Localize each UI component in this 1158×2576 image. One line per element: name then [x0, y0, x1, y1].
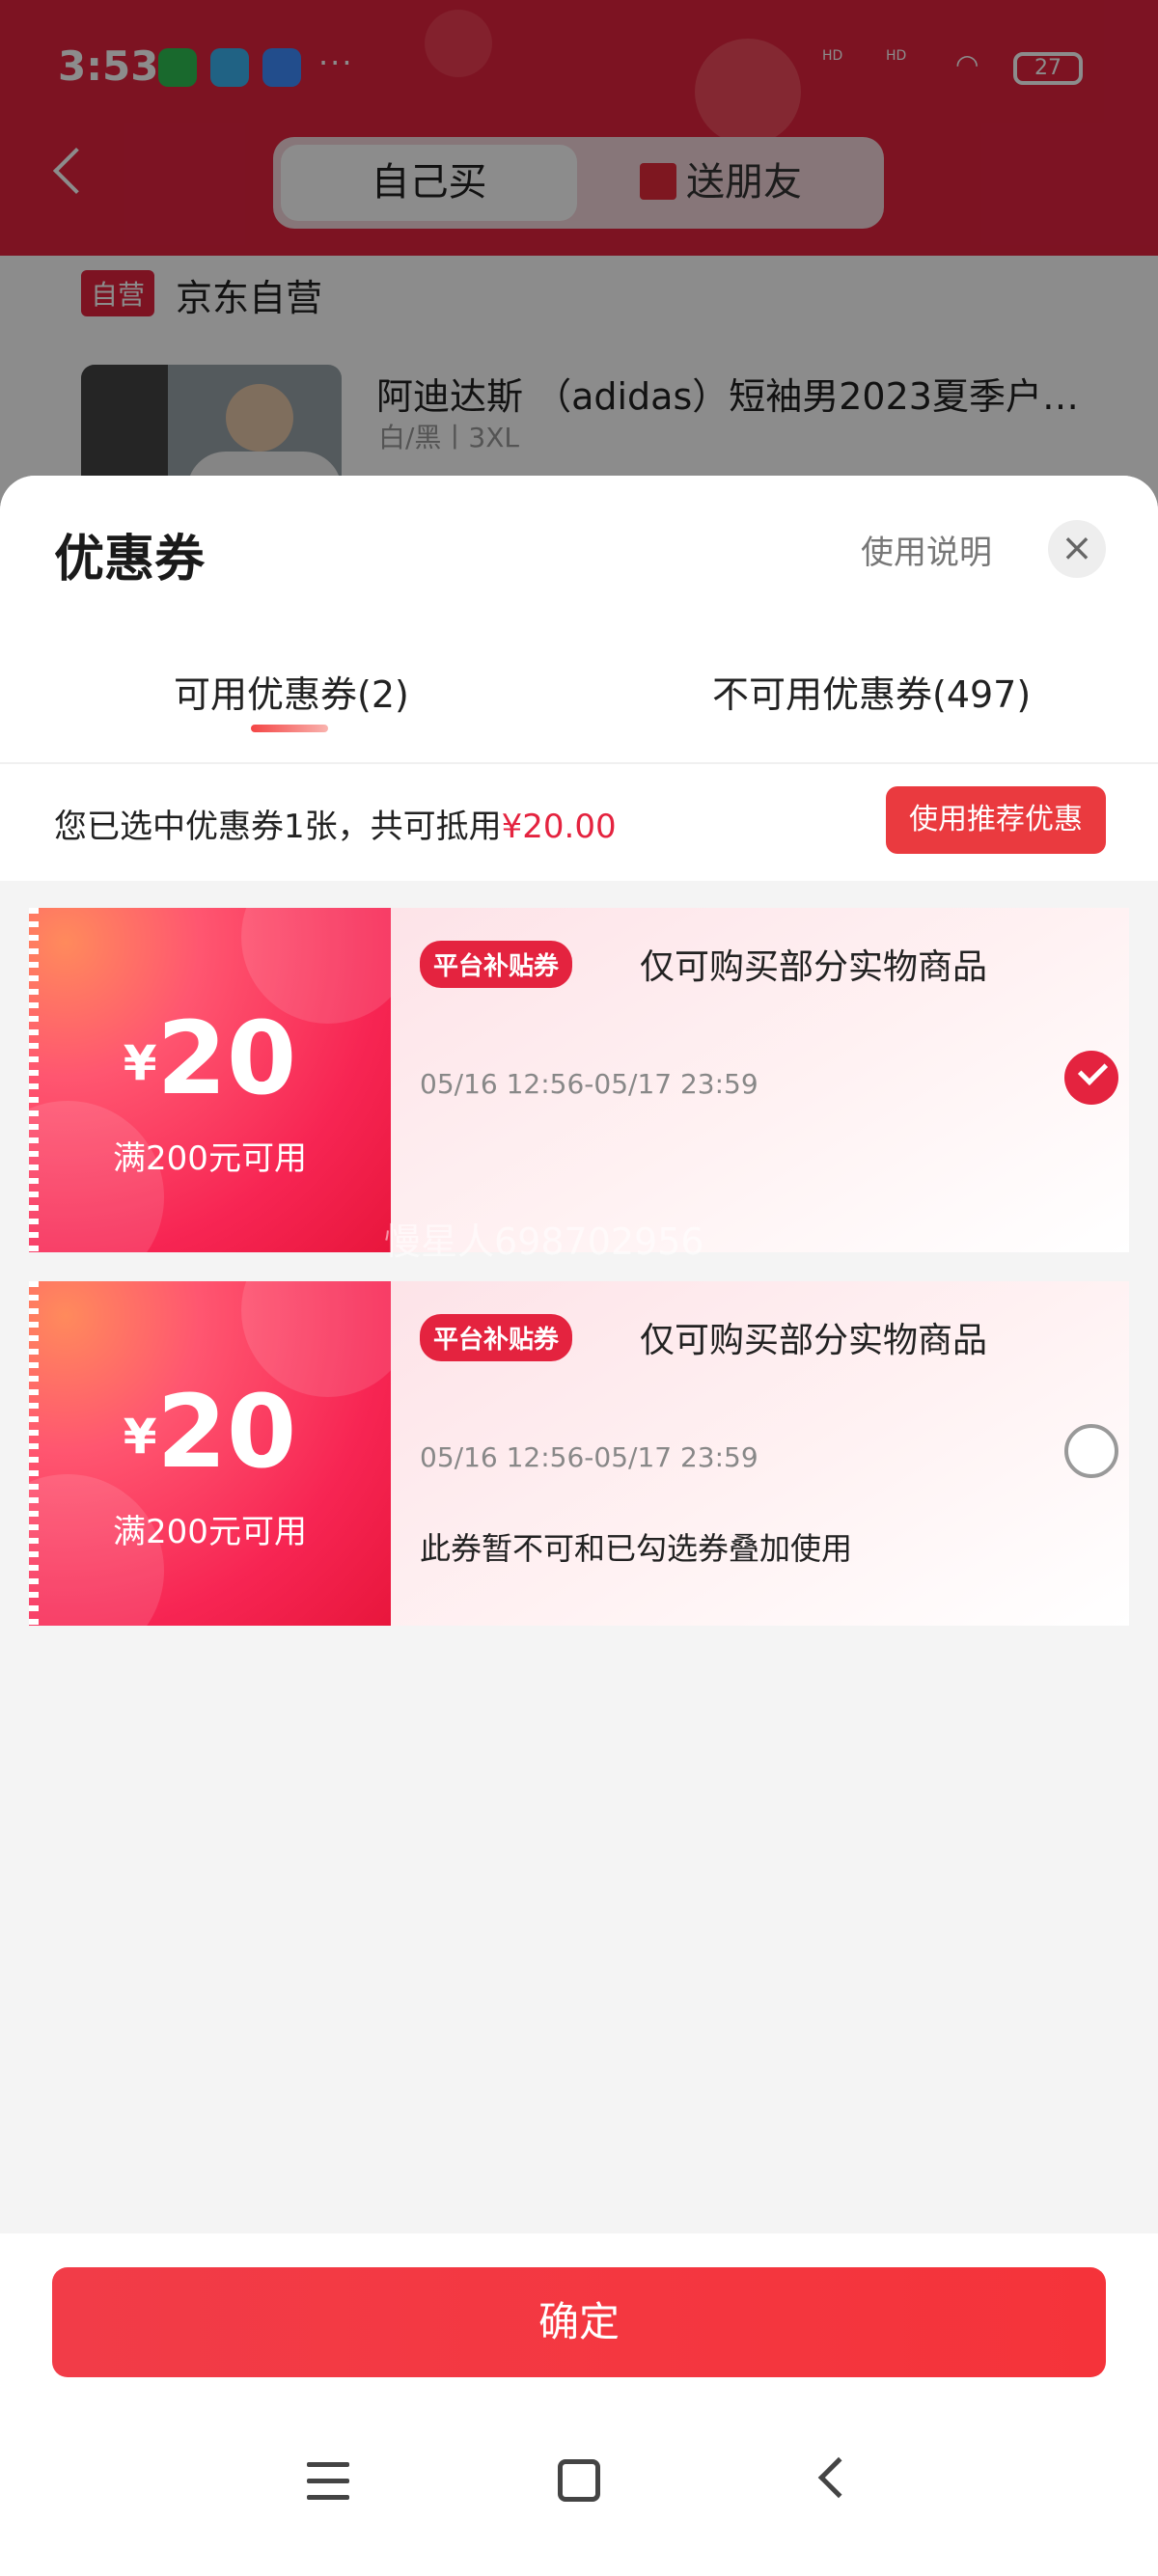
coupon-stack-note: 此券暂不可和已勾选券叠加使用 [420, 1530, 853, 1567]
unchecked-icon[interactable] [1064, 1424, 1118, 1478]
coupon-description: 仅可购买部分实物商品 [640, 947, 988, 987]
tab-available-coupons[interactable]: 可用优惠券(2) [174, 665, 409, 718]
coupon-card[interactable]: ¥20 满200元可用 平台补贴券 仅可购买部分实物商品 05/16 12:56… [29, 908, 1129, 1252]
home-icon[interactable] [558, 2459, 600, 2502]
tab-unavailable-coupons[interactable]: 不可用优惠券(497) [712, 665, 1031, 718]
sheet-title: 优惠券 [54, 531, 206, 589]
background-page: 3:53 ··· HD HD ◠ 27 自己买 送朋友 自营 京东自营 阿迪达斯… [0, 0, 1158, 540]
coupon-detail-panel: 平台补贴券 仅可购买部分实物商品 05/16 12:56-05/17 23:59 [391, 908, 1129, 1252]
coupon-amount: 20 [156, 1373, 297, 1491]
coupon-detail-panel: 平台补贴券 仅可购买部分实物商品 05/16 12:56-05/17 23:59… [391, 1281, 1129, 1626]
currency-symbol: ¥ [123, 1409, 157, 1465]
coupon-threshold: 满200元可用 [113, 1513, 307, 1551]
menu-icon[interactable] [307, 2462, 349, 2501]
active-tab-indicator [251, 725, 328, 732]
use-recommended-button[interactable]: 使用推荐优惠 [886, 786, 1106, 854]
coupon-card[interactable]: ¥20 满200元可用 平台补贴券 仅可购买部分实物商品 05/16 12:56… [29, 1281, 1129, 1626]
close-icon[interactable]: × [1048, 520, 1106, 578]
checked-icon[interactable] [1064, 1051, 1118, 1105]
modal-overlay[interactable] [0, 0, 1158, 540]
coupon-type-badge: 平台补贴券 [420, 941, 573, 988]
sheet-header: 优惠券 使用说明 × 可用优惠券(2) 不可用优惠券(497) 您已选中优惠券1… [0, 476, 1158, 881]
summary-amount: ¥20.00 [501, 808, 617, 846]
coupon-amount: 20 [156, 1000, 297, 1117]
coupon-description: 仅可购买部分实物商品 [640, 1321, 988, 1360]
coupon-amount-panel: ¥20 满200元可用 [29, 1281, 415, 1626]
coupon-amount-panel: ¥20 满200元可用 [29, 908, 415, 1252]
coupon-type-badge: 平台补贴券 [420, 1314, 573, 1361]
divider [0, 762, 1158, 764]
currency-symbol: ¥ [123, 1035, 157, 1091]
coupon-threshold: 满200元可用 [113, 1139, 307, 1178]
watermark: 慢星人698702956 [384, 1220, 704, 1263]
selection-summary: 您已选中优惠券1张，共可抵用¥20.00 [54, 800, 617, 847]
coupon-validity: 05/16 12:56-05/17 23:59 [420, 1441, 758, 1473]
bottom-bar: 确定 [0, 2233, 1158, 2576]
confirm-button[interactable]: 确定 [52, 2267, 1106, 2377]
summary-text: 您已选中优惠券1张，共可抵用 [54, 808, 502, 846]
coupon-value: ¥20 [29, 1000, 391, 1117]
coupon-validity: 05/16 12:56-05/17 23:59 [420, 1068, 758, 1100]
nav-back-icon[interactable] [817, 2456, 860, 2499]
coupon-value: ¥20 [29, 1373, 391, 1491]
usage-instructions-link[interactable]: 使用说明 [861, 526, 992, 573]
